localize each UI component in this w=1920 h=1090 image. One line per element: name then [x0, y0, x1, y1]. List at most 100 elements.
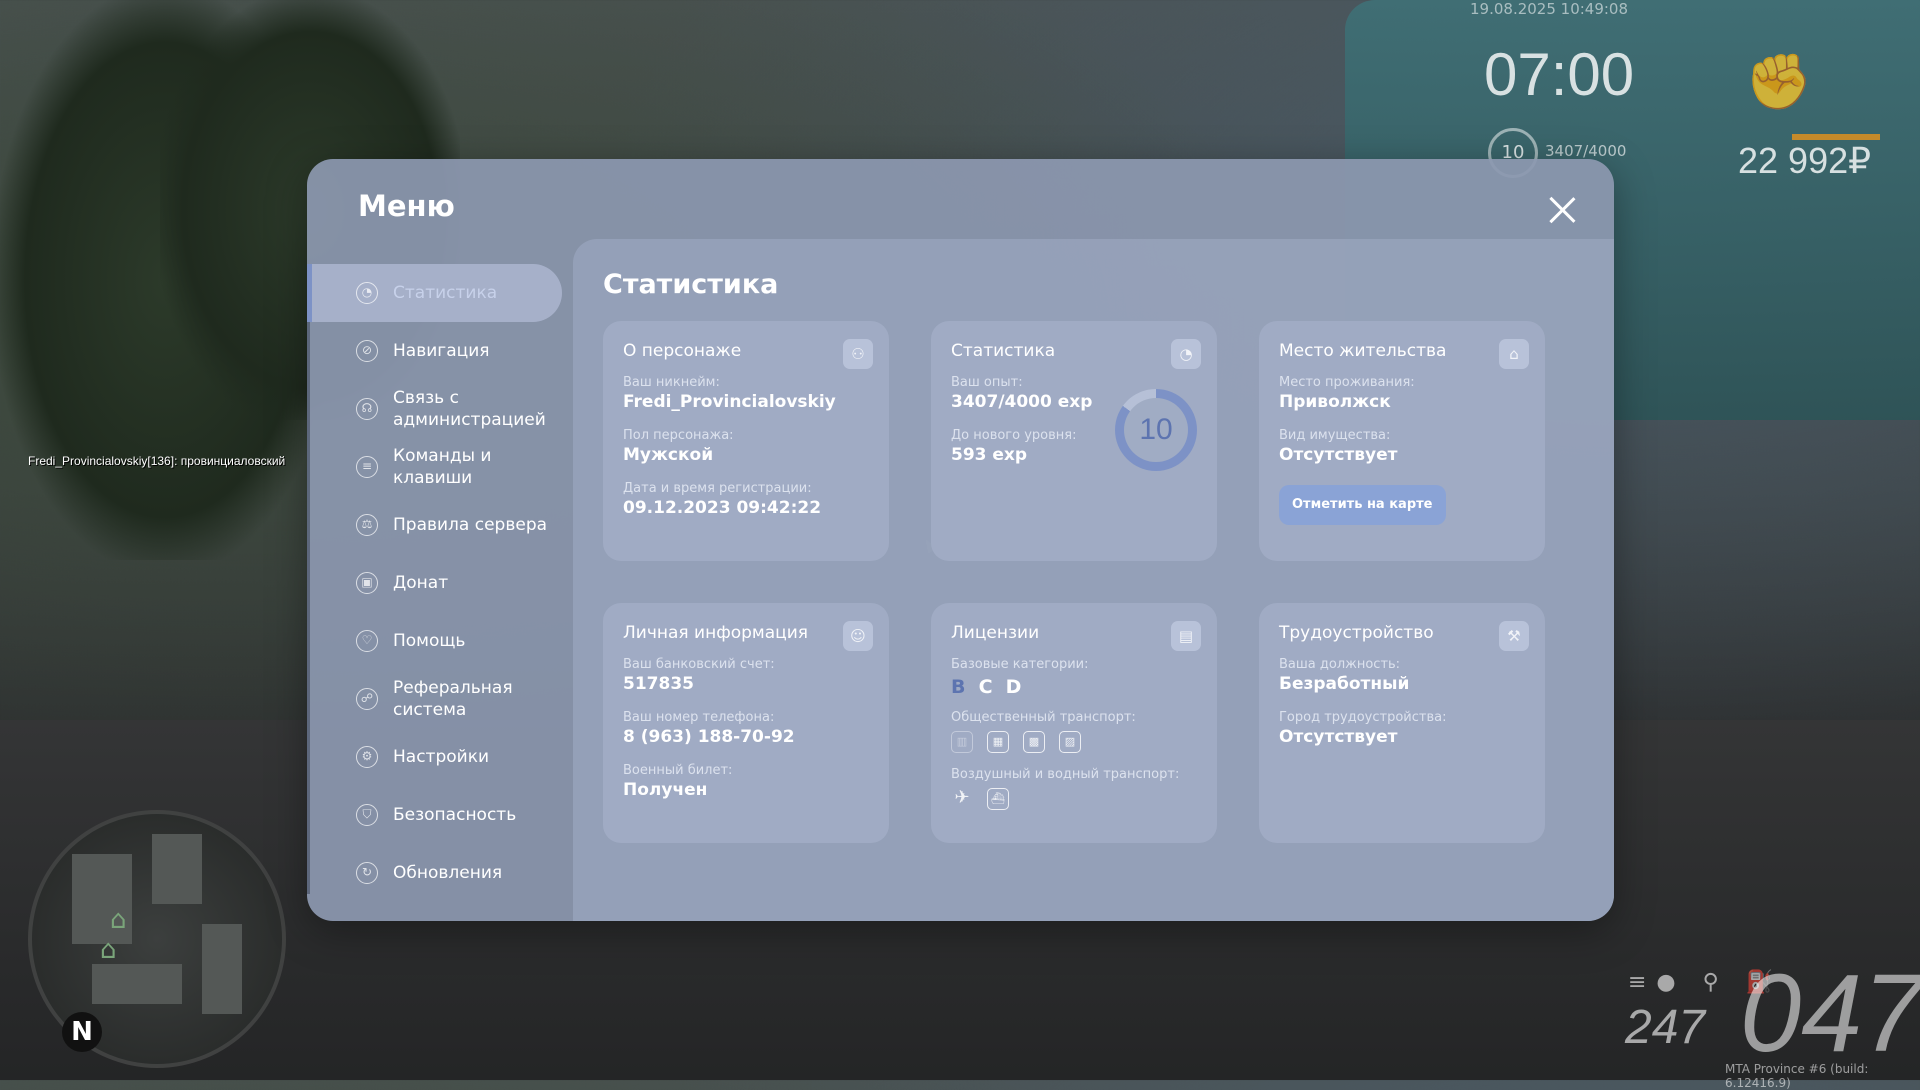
- city-label: Город трудоустройства:: [1279, 710, 1447, 725]
- hud-datetime: 19.08.2025 10:49:08: [1470, 0, 1629, 18]
- exp-label: Ваш опыт:: [951, 375, 1023, 390]
- wallet-icon: ▣: [356, 572, 378, 594]
- card-stats: Статистика ◔ Ваш опыт: 3407/4000 exp До …: [931, 321, 1217, 561]
- card-licenses: Лицензии ▤ Базовые категории: B C D Обще…: [931, 603, 1217, 843]
- refresh-icon: ↻: [356, 862, 378, 884]
- place-label: Место проживания:: [1279, 375, 1415, 390]
- phone-label: Ваш номер телефона:: [623, 710, 775, 725]
- menu-panel: Меню ◔ Статистика ⊘ Навигация ☊ Связь с …: [307, 159, 1614, 921]
- air-water-transport-label: Воздушный и водный транспорт:: [951, 767, 1180, 782]
- sidebar-item-referral[interactable]: ☍ Реферальная система: [307, 670, 573, 728]
- sidebar-item-rules[interactable]: ⚖ Правила сервера: [307, 496, 573, 554]
- gear-icon: ⚙: [356, 746, 378, 768]
- military-value: Получен: [623, 780, 708, 800]
- gender-label: Пол персонажа:: [623, 428, 734, 443]
- license-categories: B C D: [951, 676, 1197, 698]
- people-icon: ☍: [356, 688, 378, 710]
- reg-value: 09.12.2023 09:42:22: [623, 498, 822, 518]
- plane-icon: ✈: [954, 787, 970, 808]
- sidebar-item-updates[interactable]: ↻ Обновления: [307, 844, 573, 902]
- document-icon: ▤: [1171, 621, 1201, 651]
- close-icon[interactable]: [1547, 195, 1577, 225]
- sidebar-item-label: Донат: [393, 573, 449, 593]
- fist-icon: ✊: [1745, 50, 1813, 113]
- ship-icon: ⛴: [987, 788, 1009, 810]
- document-icon: ≡: [356, 456, 378, 478]
- shield-icon: ⛉: [356, 804, 378, 826]
- bank-label: Ваш банковский счет:: [623, 657, 775, 672]
- sidebar-item-security[interactable]: ⛉ Безопасность: [307, 786, 573, 844]
- home-icon: ⌂: [1499, 339, 1529, 369]
- card-title: О персонаже: [623, 341, 742, 361]
- nick-label: Ваш никнейм:: [623, 375, 720, 390]
- train-icon: ▨: [1059, 731, 1081, 753]
- trolleybus-icon: ▥: [951, 731, 973, 753]
- card-title: Трудоустройство: [1279, 623, 1434, 643]
- level-number: 10: [1124, 398, 1188, 462]
- sidebar-item-statistics[interactable]: ◔ Статистика: [307, 264, 562, 322]
- headset-icon: ☊: [356, 398, 378, 420]
- reg-label: Дата и время регистрации:: [623, 481, 812, 496]
- sidebar-item-label: Статистика: [393, 283, 498, 303]
- tram-icon: ▩: [1023, 731, 1045, 753]
- sidebar-item-label: Реферальная система: [393, 678, 513, 720]
- hud-fuel: 247: [1625, 1001, 1706, 1054]
- hud-money: 22 992₽: [1738, 140, 1872, 181]
- air-water-transport-icons: ✈ ⛴: [951, 788, 1197, 810]
- card-residence: Место жительства ⌂ Место проживания: При…: [1259, 321, 1545, 561]
- city-value: Отсутствует: [1279, 727, 1398, 747]
- nick-value: Fredi_Provincialovskiy: [623, 392, 836, 412]
- license-category: B: [951, 676, 966, 698]
- sidebar: ◔ Статистика ⊘ Навигация ☊ Связь с админ…: [307, 264, 573, 902]
- sidebar-item-navigation[interactable]: ⊘ Навигация: [307, 322, 573, 380]
- pie-chart-icon: ◔: [1171, 339, 1201, 369]
- sidebar-item-commands[interactable]: ≡ Команды и клавиши: [307, 438, 573, 496]
- sidebar-item-label: Связь с администрацией: [393, 388, 546, 430]
- sidebar-item-label: Помощь: [393, 631, 466, 651]
- property-value: Отсутствует: [1279, 445, 1398, 465]
- sidebar-item-donate[interactable]: ▣ Донат: [307, 554, 573, 612]
- menu-title: Меню: [358, 189, 455, 223]
- license-category: C: [978, 676, 993, 698]
- user-circle-icon: ☺: [843, 621, 873, 651]
- home-icon: ⌂: [100, 935, 117, 965]
- property-label: Вид имущества:: [1279, 428, 1391, 443]
- card-title: Статистика: [951, 341, 1056, 361]
- sidebar-item-label: Обновления: [393, 863, 503, 883]
- hud-game-time: 07:00: [1484, 41, 1635, 108]
- mark-on-map-button[interactable]: Отметить на карте: [1279, 485, 1446, 525]
- page-title: Статистика: [603, 269, 779, 300]
- card-personal-info: Личная информация ☺ Ваш банковский счет:…: [603, 603, 889, 843]
- sidebar-item-label: Настройки: [393, 747, 490, 767]
- military-label: Военный билет:: [623, 763, 733, 778]
- hammer-icon: ⚒: [1499, 621, 1529, 651]
- player-nametag: Fredi_Provincialovskiy[136]: провинциало…: [28, 454, 286, 468]
- sidebar-item-contact-admin[interactable]: ☊ Связь с администрацией: [307, 380, 573, 438]
- bus-icon: ▦: [987, 731, 1009, 753]
- bank-value: 517835: [623, 674, 694, 694]
- card-employment: Трудоустройство ⚒ Ваша должность: Безраб…: [1259, 603, 1545, 843]
- public-transport-label: Общественный транспорт:: [951, 710, 1136, 725]
- public-transport-icons: ▥ ▦ ▩ ▨: [951, 731, 1197, 753]
- card-title: Личная информация: [623, 623, 809, 643]
- sidebar-item-label: Команды и клавиши: [393, 446, 492, 488]
- compass-north: N: [62, 1012, 102, 1052]
- place-value: Приволжск: [1279, 392, 1391, 412]
- sidebar-item-label: Навигация: [393, 341, 490, 361]
- sidebar-item-label: Безопасность: [393, 805, 517, 825]
- card-title: Лицензии: [951, 623, 1040, 643]
- level-progress-ring: 10: [1115, 389, 1197, 471]
- scales-icon: ⚖: [356, 514, 378, 536]
- hud-speedometer: 047: [1740, 952, 1920, 1075]
- base-categories-label: Базовые категории:: [951, 657, 1089, 672]
- content-area: Статистика О персонаже ⚇ Ваш никнейм: Fr…: [573, 239, 1614, 921]
- sidebar-item-settings[interactable]: ⚙ Настройки: [307, 728, 573, 786]
- card-title: Место жительства: [1279, 341, 1447, 361]
- sidebar-item-help[interactable]: ♡ Помощь: [307, 612, 573, 670]
- compass-icon: ⊘: [356, 340, 378, 362]
- position-label: Ваша должность:: [1279, 657, 1401, 672]
- phone-value: 8 (963) 188-70-92: [623, 727, 795, 747]
- hud-build-info: MTA Province #6 (build: 6.12416.9): [1725, 1062, 1869, 1090]
- gender-value: Мужской: [623, 445, 714, 465]
- sidebar-item-label: Правила сервера: [393, 515, 548, 535]
